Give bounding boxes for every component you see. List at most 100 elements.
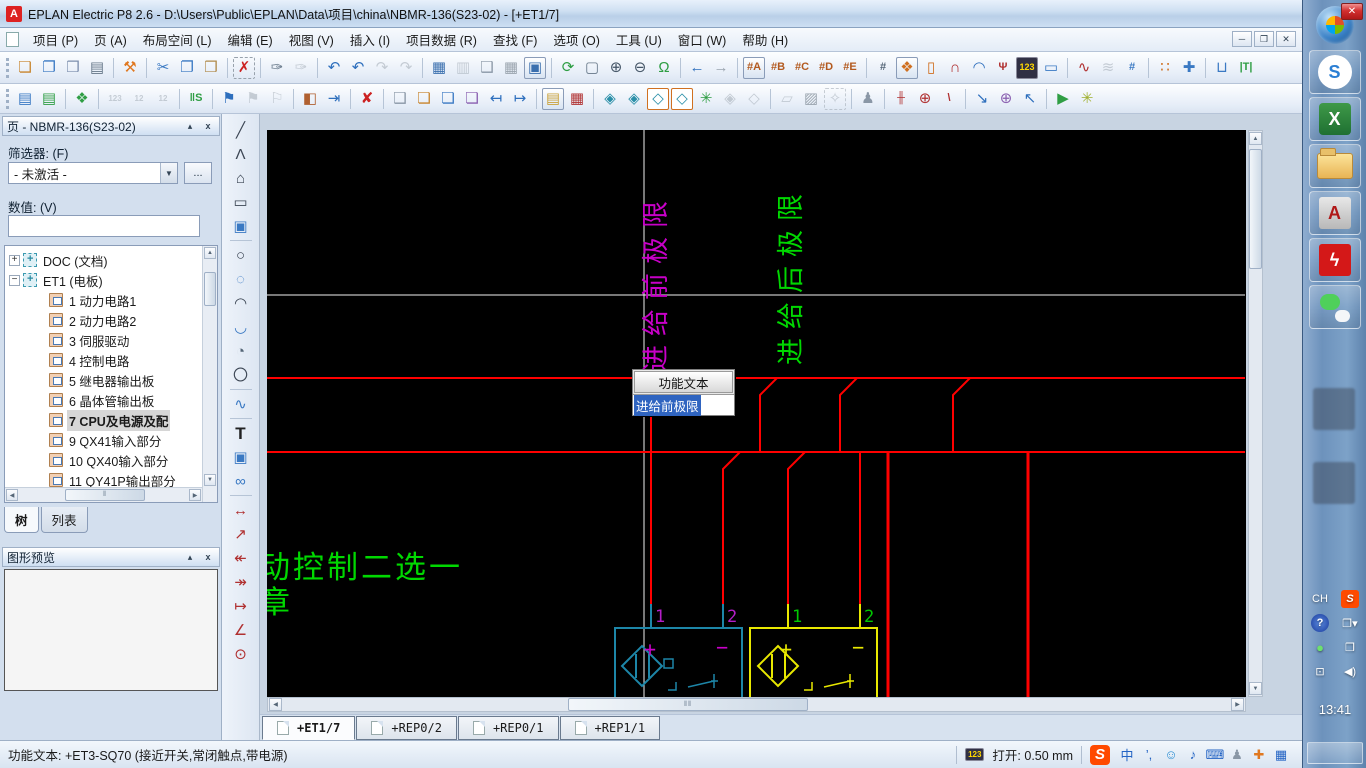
tree-item-7[interactable]: 7 CPU及电源及配 [5,409,201,431]
redraw-icon[interactable]: ⟳ [557,57,579,79]
blue-grid-icon[interactable]: # [1121,57,1143,79]
branch-icon[interactable]: Ψ [992,57,1014,79]
connection-arrow-icon[interactable]: ↘ [971,88,993,110]
tree-hscrollbar[interactable]: ◀ ⦀ ▶ [5,487,202,502]
value-display-icon[interactable]: 123 [1016,56,1038,79]
tree-item-doc[interactable]: + DOC (文档) [5,250,201,270]
magnet-icon[interactable]: ∩ [944,57,966,79]
ime-person-icon[interactable]: ♟ [1228,746,1246,764]
dim-chain-icon[interactable]: ↞ [229,546,253,570]
sogou-tray-icon[interactable]: S [1341,590,1359,608]
grid-b-icon[interactable]: #B [767,57,789,79]
new-page-2-icon[interactable]: ❏ [413,88,435,110]
tree-vscroll-thumb[interactable] [204,272,216,306]
sogou-ime-icon[interactable]: S [1090,744,1110,765]
page-tree-icon[interactable]: ▤ [38,88,60,110]
ime-voice-icon[interactable]: ♪ [1184,746,1202,764]
grid-d-icon[interactable]: #D [815,57,837,79]
menu-layout-space[interactable]: 布局空间 (L) [135,27,220,52]
language-indicator[interactable]: CH [1311,590,1329,608]
flag-check-icon[interactable]: ⚑ [218,88,240,110]
redo-list-icon[interactable]: ↷ [395,57,417,79]
contact-node-icon[interactable]: ⊕ [914,88,936,110]
counter-2-icon[interactable]: 12 [152,88,174,110]
polygon-tool-icon[interactable]: ⌂ [229,166,253,190]
window-cascade-icon[interactable]: ▥ [452,57,474,79]
annotation-text-1[interactable]: 动控制二选一 [267,542,463,587]
function-text-rear-limit[interactable]: 进给后极限 [776,185,806,365]
signal-wave-icon[interactable]: ∿ [1073,57,1095,79]
tree-item-2[interactable]: 2 动力电路2 [5,310,201,330]
menu-utilities[interactable]: 工具 (U) [608,27,670,52]
dim-radius-icon[interactable]: ⊙ [229,642,253,666]
cut-icon[interactable]: ✂ [152,57,174,79]
zoom-in-icon[interactable]: ⊕ [605,57,627,79]
ime-skin-icon[interactable]: ✚ [1250,746,1268,764]
close-button[interactable]: ✕ [1341,3,1363,20]
scroll-up-icon[interactable]: ▲ [1249,132,1262,145]
circle-tool-icon[interactable]: ○ [229,243,253,267]
jump-cancel-icon[interactable]: ✘ [356,88,378,110]
sheet-tab-et1-7[interactable]: +ET1/7 [262,716,356,740]
scroll-left-icon[interactable]: ◀ [6,489,18,501]
window-restore-icon[interactable]: ❐▾ [1341,614,1359,632]
dim-linear-icon[interactable]: ↔ [229,498,253,522]
canvas-vscrollbar[interactable]: ▲ ▼ [1248,130,1263,697]
panel-pin-icon[interactable]: ▴ [183,550,197,564]
mdi-restore-button[interactable]: ❐ [1254,31,1274,47]
tree-item-4[interactable]: 4 控制电路 [5,350,201,370]
stamp-icon[interactable]: ♟ [857,88,879,110]
frame-icon[interactable]: ▯ [920,57,942,79]
sheet-tab-rep0-2[interactable]: +REP0/2 [356,716,457,740]
wechat-tray-icon[interactable]: ● [1311,638,1329,656]
zoom-100-icon[interactable]: Ω [653,57,675,79]
canvas-hscrollbar[interactable]: ◀ ⦀⦀ ▶ [267,697,1246,712]
forward-icon[interactable]: → [710,57,732,79]
counter-1-icon[interactable]: 12 [128,88,150,110]
filter-dropdown[interactable]: - 未激活 - ▼ [8,162,178,184]
format-brush-icon[interactable]: ✑ [266,57,288,79]
grid-toggle-icon[interactable]: # [872,57,894,79]
menu-edit[interactable]: 编辑 (E) [220,27,281,52]
line-tool-icon[interactable]: ╱ [229,118,253,142]
dim-baseline-icon[interactable]: ↦ [229,594,253,618]
window-tile-icon[interactable]: ▦ [428,57,450,79]
scroll-left-icon[interactable]: ◀ [269,698,282,711]
ime-lang-icon[interactable]: 中 [1118,746,1136,764]
text-cursor-icon[interactable]: |T| [1235,57,1257,79]
device-numbering-icon[interactable]: 123 [104,88,126,110]
menu-insert[interactable]: 插入 (I) [342,27,398,52]
tab-tree[interactable]: 树 [4,507,39,533]
note-properties-icon[interactable]: ▤ [542,87,564,110]
page-navigator-icon[interactable]: ▤ [14,88,36,110]
device-filter-2-icon[interactable]: ◇ [671,87,693,110]
sort-icon[interactable]: ‖S [185,88,207,110]
insert-green-icon[interactable]: ▶ [1052,88,1074,110]
chevron-down-icon[interactable]: ▼ [160,163,177,183]
image-tool-icon[interactable]: ▣ [229,445,253,469]
contact-grid-icon[interactable]: ╫ [890,88,912,110]
autocad-icon[interactable]: A [1308,191,1361,235]
help-tray-icon[interactable]: ? [1311,614,1329,632]
arc-snap-icon[interactable]: ◠ [968,57,990,79]
tree-item-3[interactable]: 3 伺服驱动 [5,330,201,350]
hatch-icon[interactable]: ▨ [800,88,822,110]
menu-options[interactable]: 选项 (O) [545,27,608,52]
tree-item-5[interactable]: 5 继电器输出板 [5,370,201,390]
tree-expander[interactable] [35,295,46,306]
device-pair-icon[interactable]: ◈ [599,88,621,110]
tree-item-6[interactable]: 6 晶体管输出板 [5,390,201,410]
previous-page-icon[interactable]: ↤ [485,88,507,110]
tree-expander[interactable] [35,415,46,426]
schematic-canvas[interactable]: 1 2 1 2 + − + − 进给前极限 进给后极限 动控制二选一 章 功能文… [267,130,1246,697]
shopping-cart-icon[interactable]: ⊔ [1211,57,1233,79]
wrench-icon[interactable]: ⚒ [119,57,141,79]
text-tool-icon[interactable]: T [229,421,253,445]
mdi-close-button[interactable]: ✕ [1276,31,1296,47]
spline-tool-icon[interactable]: ∿ [229,392,253,416]
workbook-icon[interactable]: ▣ [524,56,546,79]
flag-arrow-icon[interactable]: ⚐ [266,88,288,110]
jump-in-icon[interactable]: ⇥ [323,88,345,110]
menu-project[interactable]: 项目 (P) [25,27,86,52]
page-check-icon[interactable]: ❑ [476,57,498,79]
